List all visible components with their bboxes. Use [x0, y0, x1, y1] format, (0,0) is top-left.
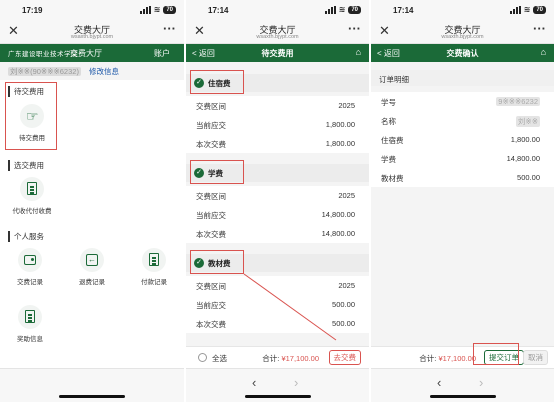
fee-row: 本次交费 1,800.00 [196, 139, 355, 149]
fee-row: 交费区间 2025 [196, 101, 355, 111]
fee-rows-textbook: 交费区间 2025 当前应交 500.00 本次交费 500.00 [186, 276, 369, 333]
refund-icon: ← [86, 254, 98, 266]
browser-url: wsaxth.bjypt.com [70, 34, 114, 40]
status-bar: 17:19 ≋ 70 [0, 0, 184, 20]
fee-row: 交费区间 2025 [196, 191, 355, 201]
status-time: 17:14 [208, 6, 229, 15]
tile-award-info[interactable]: 奖助信息 [8, 305, 52, 343]
go-pay-button[interactable]: 去交费 [328, 350, 361, 365]
select-all-label[interactable]: 全选 [212, 353, 227, 364]
order-detail-list: 学号 9※※※6232 名称 刘※※ 住宿费 1,800.00 学费 14,800.00… [371, 92, 554, 187]
select-all-radio[interactable] [198, 353, 207, 362]
highlight-box [190, 160, 244, 184]
wallet-icon [24, 255, 36, 265]
award-doc-icon [25, 310, 35, 323]
browser-forward-icon[interactable]: › [479, 375, 483, 390]
highlight-box [190, 250, 244, 274]
order-detail-title: 订单明细 [371, 70, 554, 86]
detail-row: 学号 9※※※6232 [381, 97, 540, 107]
receipt-icon [149, 253, 159, 266]
browser-back-icon[interactable]: ‹ [252, 375, 256, 390]
highlight-box [5, 82, 57, 150]
battery-icon: 70 [163, 5, 176, 14]
total-amount: 合计: ¥17,100.00 [419, 354, 476, 363]
detail-row: 住宿费 1,800.00 [381, 135, 540, 145]
battery-icon: 70 [533, 5, 546, 14]
battery-icon: 70 [348, 5, 361, 14]
status-bar: 17:14 ≋ 70 [186, 0, 369, 20]
detail-row: 名称 刘※※ [381, 116, 540, 127]
user-info: 刘※※(90※※※6232) 修改信息 [8, 66, 119, 77]
checkout-bar: 合计: ¥17,100.00 提交订单 取消 [371, 346, 554, 368]
more-icon[interactable]: ··· [348, 21, 361, 36]
wifi-icon: ≋ [523, 5, 531, 14]
section-title-optional: 选交费用 [8, 160, 44, 171]
browser-url: wsaxth.bjypt.com [441, 34, 484, 40]
page-title: 待交费用 [261, 49, 294, 58]
signal-icon [324, 5, 336, 14]
phone-screen-confirm: 17:14 ≋ 70 ✕ 交费大厅 wsaxth.bjypt.com ··· <… [371, 0, 554, 402]
phone-screen-pending: 17:14 ≋ 70 ✕ 交费大厅 wsaxth.bjypt.com ··· <… [186, 0, 369, 402]
service-grid: 待交费用 ☞ 待交费用 选交费用 代收代付收费 个人服务 交费记录 ← 退费记录… [0, 80, 184, 368]
status-time: 17:19 [22, 6, 43, 15]
edit-info-link[interactable]: 修改信息 [89, 67, 119, 76]
signal-icon [139, 5, 151, 14]
app-header: < 返回 交费确认 ⌂ [371, 44, 554, 62]
app-title: 交费大厅 [70, 49, 102, 58]
browser-header: ✕ 交费大厅 wsaxth.bjypt.com ··· [371, 20, 554, 44]
status-time: 17:14 [393, 6, 414, 15]
home-indicator [429, 395, 496, 398]
home-icon[interactable]: ⌂ [541, 47, 546, 57]
fee-rows-lodging: 交费区间 2025 当前应交 1,800.00 本次交费 1,800.00 [186, 96, 369, 153]
total-amount: 合计: ¥17,100.00 [262, 354, 319, 363]
page-title: 交费确认 [446, 49, 479, 58]
wifi-icon: ≋ [153, 5, 161, 14]
tile-pay-records[interactable]: 付款记录 [132, 248, 176, 286]
browser-bottom-bar: ‹ › [371, 368, 554, 402]
browser-bottom-bar [0, 368, 184, 402]
highlight-box [473, 343, 519, 365]
checkout-bar: 全选 合计: ¥17,100.00 去交费 [186, 346, 369, 368]
tile-payment-records[interactable]: 交费记录 [8, 248, 52, 286]
status-bar: 17:14 ≋ 70 [371, 0, 554, 20]
browser-back-icon[interactable]: ‹ [437, 375, 441, 390]
tile-refund-records[interactable]: ← 退费记录 [70, 248, 114, 286]
browser-header: ✕ 交费大厅 wsaxth.bjypt.com ··· [0, 20, 184, 44]
tile-agency-fees[interactable]: 代收代付收费 [8, 177, 56, 215]
section-title-personal: 个人服务 [8, 231, 44, 242]
detail-row: 学费 14,800.00 [381, 154, 540, 164]
wifi-icon: ≋ [338, 5, 346, 14]
highlight-box [190, 70, 244, 94]
app-header: 广东建设职业技术学院 交费大厅 账户 [0, 44, 184, 62]
more-icon[interactable]: ··· [533, 21, 546, 36]
fee-row: 本次交费 500.00 [196, 319, 355, 329]
fee-row: 当前应交 14,800.00 [196, 210, 355, 220]
browser-url: wsaxth.bjypt.com [256, 34, 299, 40]
fee-row: 交费区间 2025 [196, 281, 355, 291]
home-indicator [59, 395, 125, 398]
fee-row: 本次交费 14,800.00 [196, 229, 355, 239]
more-icon[interactable]: ··· [163, 21, 176, 36]
school-logo: 广东建设职业技术学院 [8, 51, 78, 58]
phone-screen-home: 17:19 ≋ 70 ✕ 交费大厅 wsaxth.bjypt.com ··· 广… [0, 0, 184, 402]
account-link[interactable]: 账户 [154, 48, 170, 59]
fee-row: 当前应交 1,800.00 [196, 120, 355, 130]
signal-icon [509, 5, 521, 14]
browser-header: ✕ 交费大厅 wsaxth.bjypt.com ··· [186, 20, 369, 44]
detail-row: 教材费 500.00 [381, 173, 540, 183]
user-name-id: 刘※※(90※※※6232) [8, 67, 81, 76]
fee-rows-tuition: 交费区间 2025 当前应交 14,800.00 本次交费 14,800.00 [186, 186, 369, 243]
home-indicator [244, 395, 311, 398]
browser-forward-icon[interactable]: › [294, 375, 298, 390]
fee-row: 当前应交 500.00 [196, 300, 355, 310]
cancel-button[interactable]: 取消 [523, 350, 548, 365]
browser-bottom-bar: ‹ › [186, 368, 369, 402]
app-header: < 返回 待交费用 ⌂ [186, 44, 369, 62]
home-icon[interactable]: ⌂ [356, 47, 361, 57]
document-icon [27, 182, 37, 195]
